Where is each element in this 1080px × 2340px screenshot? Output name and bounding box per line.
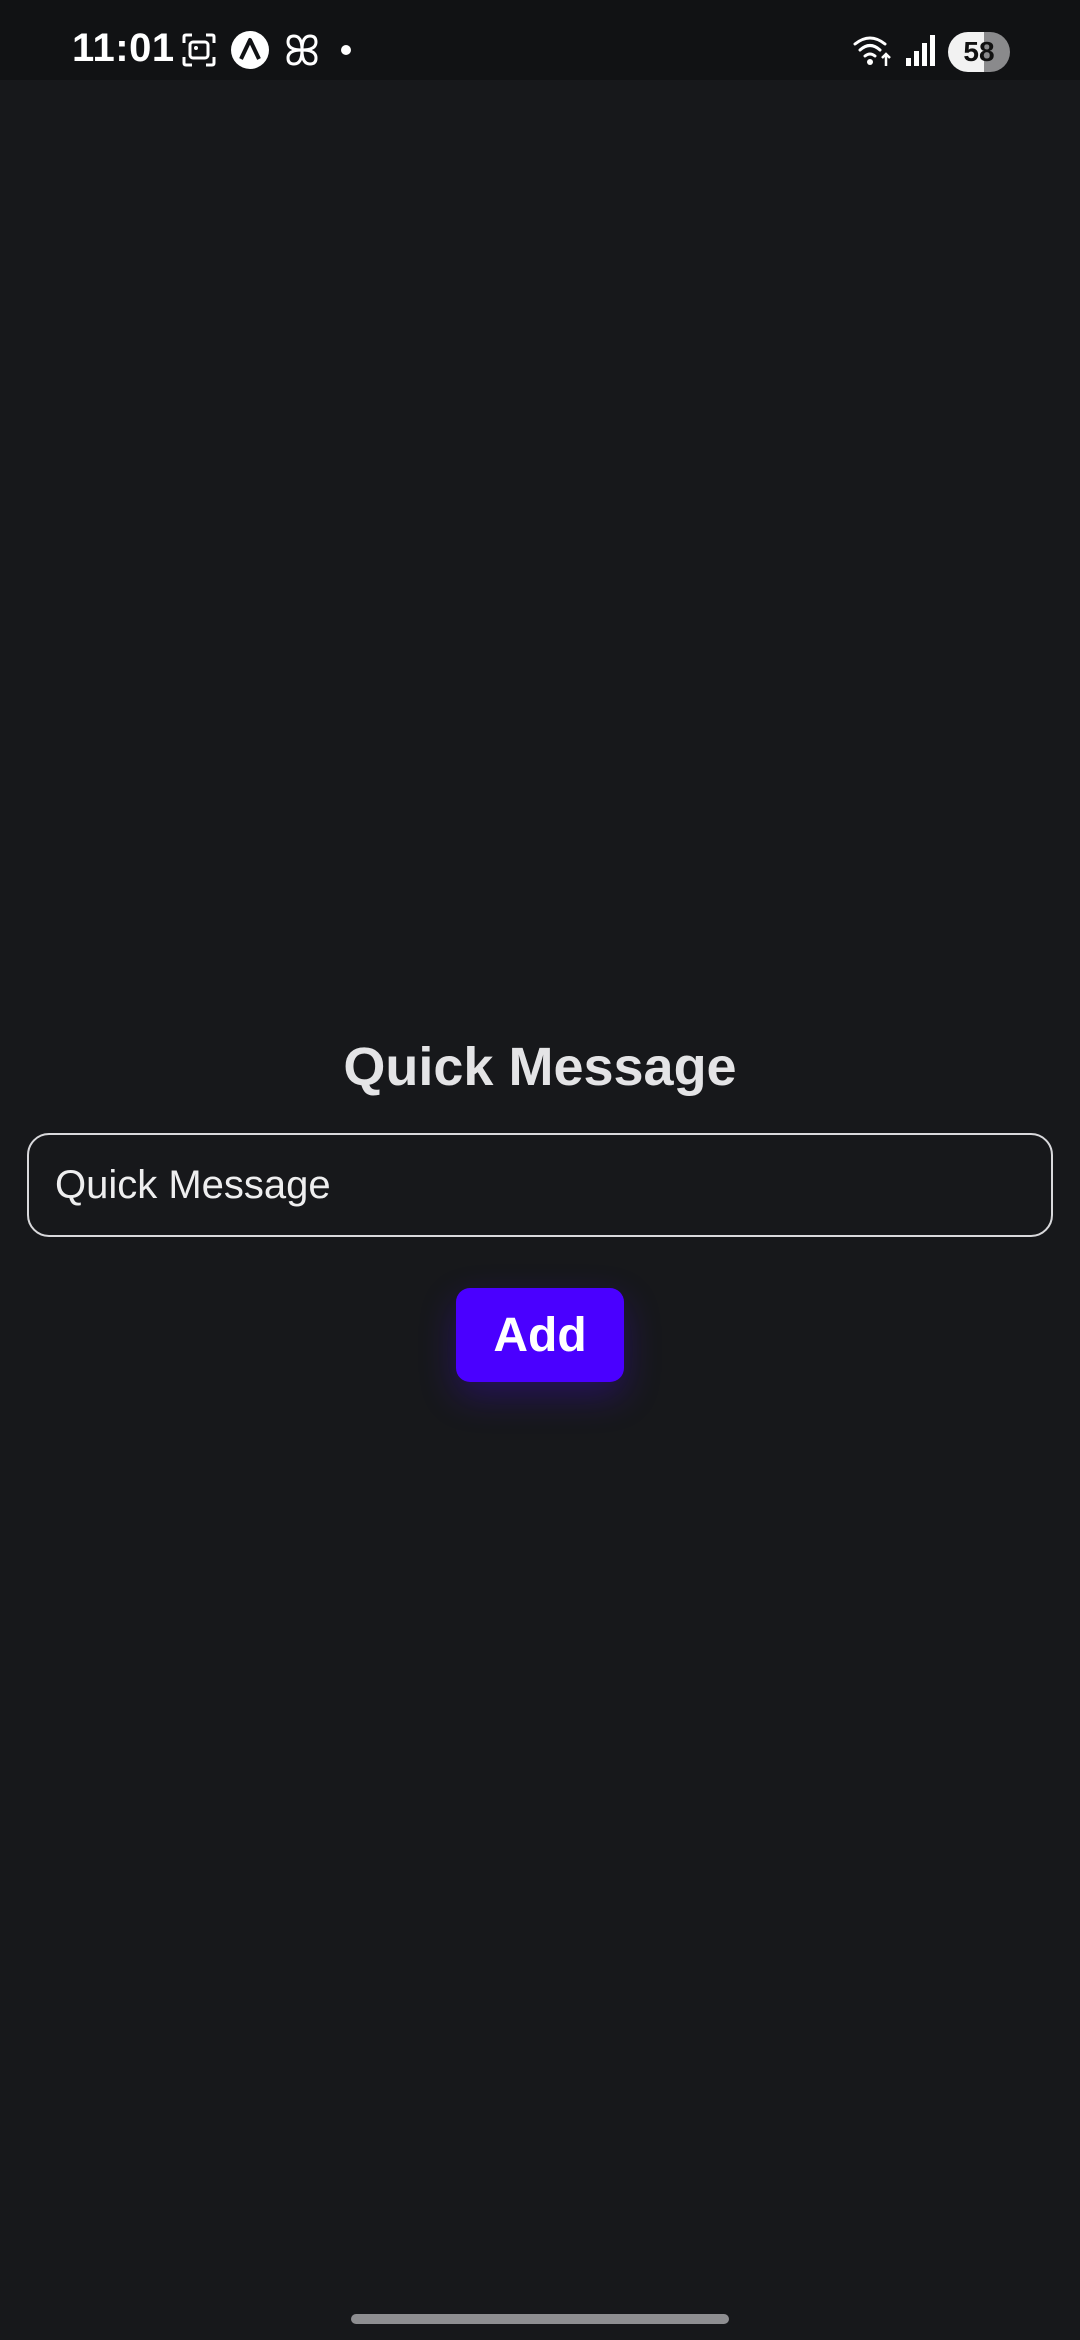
- add-button[interactable]: Add: [456, 1288, 624, 1382]
- battery-icon: 58: [948, 32, 1010, 72]
- app-a-icon: [230, 30, 270, 75]
- status-time: 11:01: [72, 26, 175, 70]
- pinwheel-icon: [282, 30, 322, 75]
- page-title: Quick Message: [343, 1037, 737, 1097]
- screenshot-icon: [180, 31, 218, 74]
- notification-dot-icon: [334, 30, 358, 75]
- status-icons-left: [180, 30, 358, 75]
- wifi-icon: [852, 32, 894, 73]
- signal-icon: [904, 32, 938, 73]
- status-icons-right: 58: [852, 30, 1010, 74]
- quick-message-input[interactable]: [27, 1133, 1053, 1237]
- status-bar: 11:01 58: [0, 0, 1080, 80]
- home-indicator[interactable]: [351, 2314, 729, 2324]
